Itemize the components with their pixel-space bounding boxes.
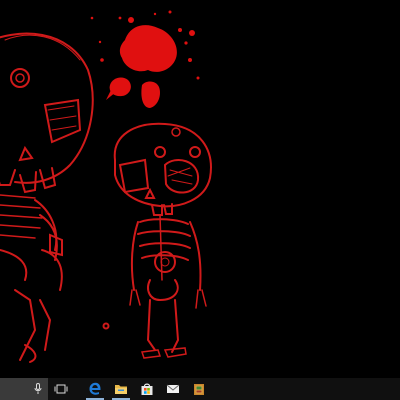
desktop[interactable]	[0, 0, 400, 378]
task-view-icon	[54, 384, 68, 394]
taskbar	[0, 378, 400, 400]
microphone-icon[interactable]	[34, 380, 42, 399]
folder-icon	[114, 383, 128, 395]
store-icon	[140, 382, 154, 396]
app-icon	[193, 383, 205, 396]
taskbar-store-button[interactable]	[134, 378, 160, 400]
cortana-search-box[interactable]	[0, 378, 48, 400]
wallpaper	[0, 10, 212, 363]
mail-icon	[166, 384, 180, 394]
taskbar-file-explorer-button[interactable]	[108, 378, 134, 400]
edge-icon	[88, 382, 102, 396]
task-view-button[interactable]	[48, 378, 74, 400]
taskbar-edge-button[interactable]	[82, 378, 108, 400]
taskbar-mail-button[interactable]	[160, 378, 186, 400]
taskbar-app-button[interactable]	[186, 378, 212, 400]
